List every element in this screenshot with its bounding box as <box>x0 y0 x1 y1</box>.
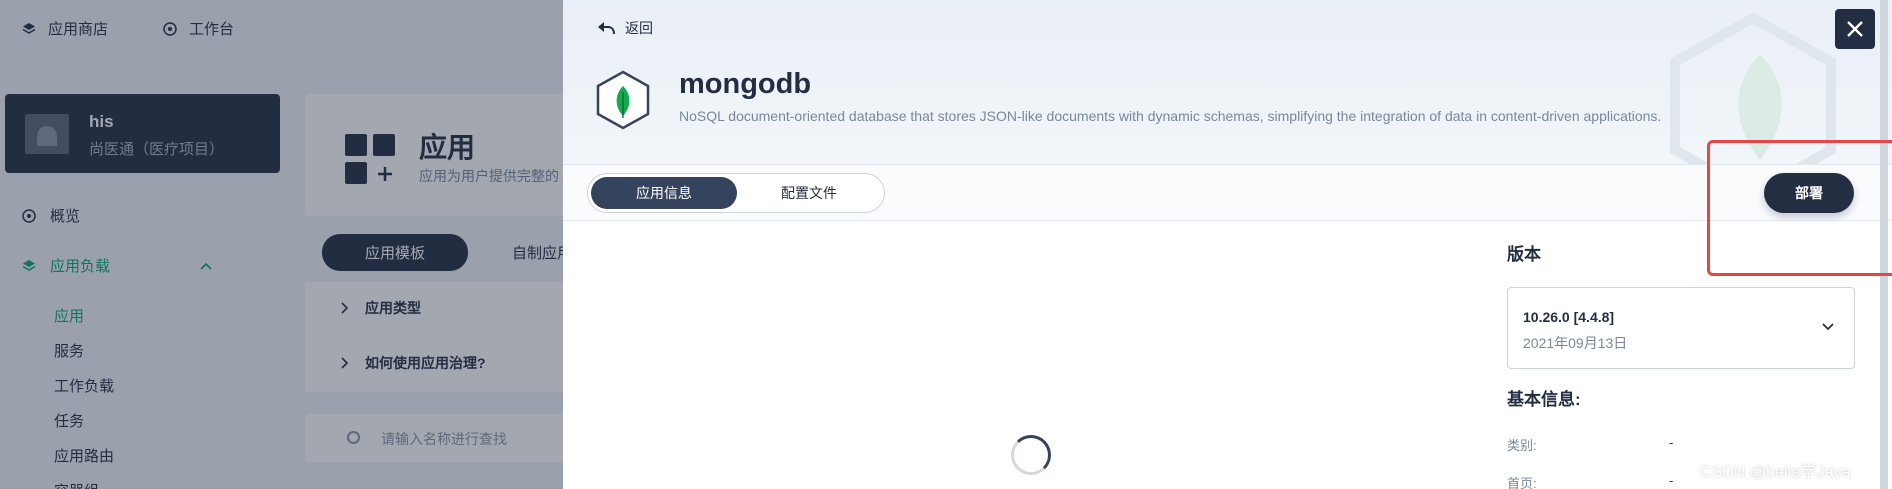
chevron-down-icon <box>1822 323 1834 331</box>
app-detail-drawer: 返回 mongodb NoSQL document-oriented datab… <box>563 0 1892 489</box>
close-icon <box>1847 21 1863 37</box>
highlight-annotation-box <box>1707 140 1892 276</box>
drawer-header: 返回 mongodb NoSQL document-oriented datab… <box>563 0 1892 200</box>
version-value: 10.26.0 [4.4.8] <box>1523 309 1615 325</box>
version-date: 2021年09月13日 <box>1523 335 1628 351</box>
info-key: 首页: <box>1507 476 1537 489</box>
info-row-homepage: 首页: - <box>1507 473 1677 489</box>
back-link[interactable]: 返回 <box>597 18 653 38</box>
loading-spinner <box>1011 435 1051 475</box>
app-name: mongodb <box>679 68 812 100</box>
mongodb-logo-icon <box>596 70 650 130</box>
tab-switcher: 应用信息 配置文件 <box>587 173 885 213</box>
drawer-tabbar: 应用信息 配置文件 部署 <box>563 165 1892 221</box>
info-value: - <box>1669 435 1674 450</box>
info-row-category: 类别: - <box>1507 435 1677 454</box>
back-arrow-icon <box>598 22 615 35</box>
basic-info-title: 基本信息: <box>1507 390 1581 409</box>
tab-app-info[interactable]: 应用信息 <box>591 177 737 209</box>
back-label: 返回 <box>625 20 653 36</box>
app-description: NoSQL document-oriented database that st… <box>679 108 1662 124</box>
close-button[interactable] <box>1835 9 1875 49</box>
info-value: - <box>1669 473 1674 488</box>
info-key: 类别: <box>1507 438 1537 453</box>
version-select[interactable]: 10.26.0 [4.4.8] 2021年09月13日 <box>1507 287 1855 369</box>
tab-config-files[interactable]: 配置文件 <box>736 177 882 209</box>
watermark: CSDN @beita学Java <box>1700 464 1851 481</box>
